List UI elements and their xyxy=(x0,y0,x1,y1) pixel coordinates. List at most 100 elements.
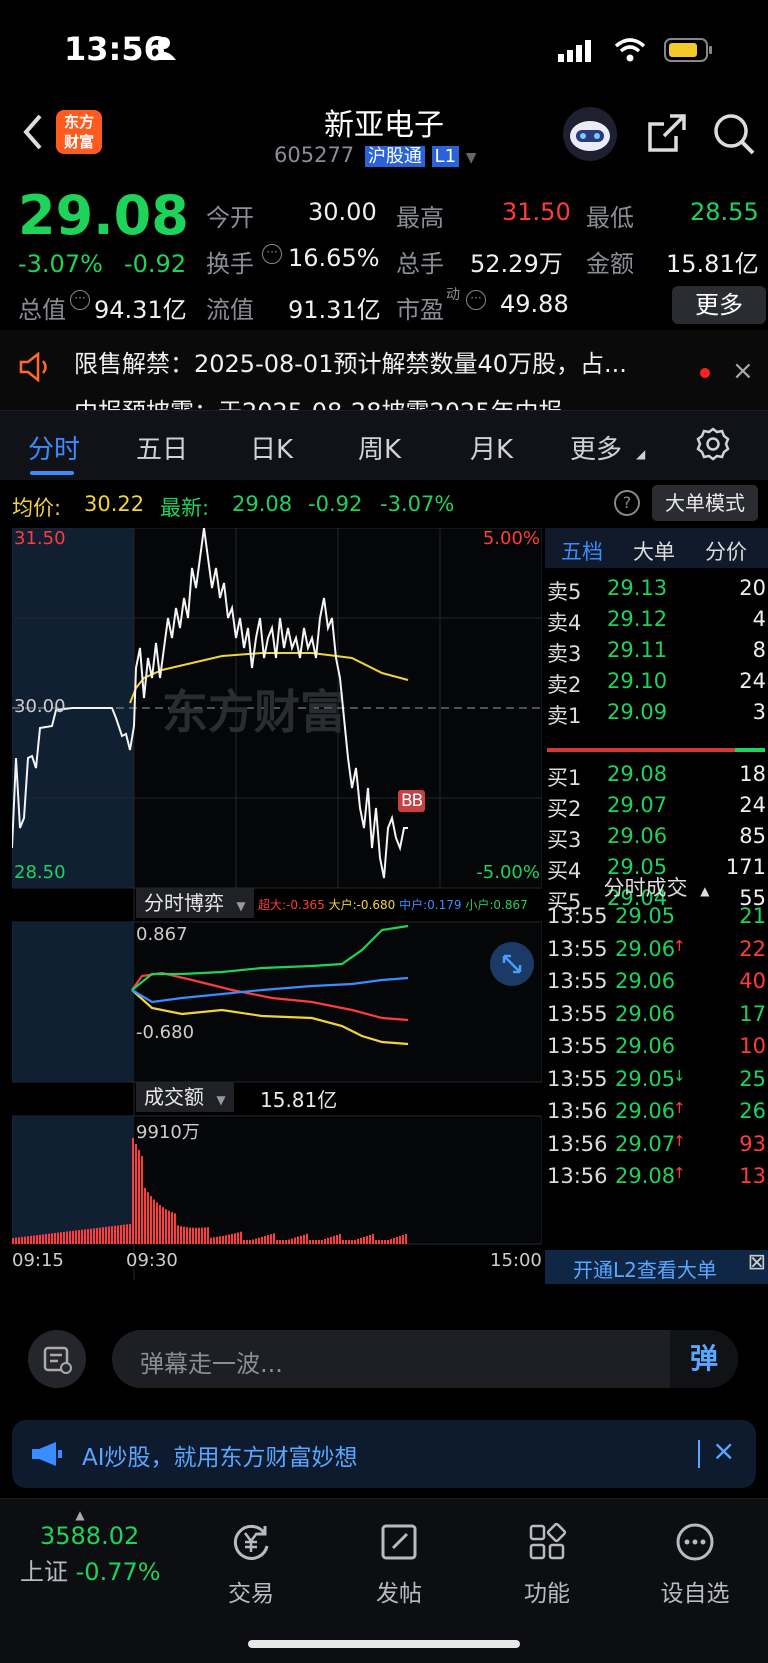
danmaku-input[interactable]: 弹幕走一波... 弹 xyxy=(112,1330,738,1388)
close-icon[interactable]: × xyxy=(712,1434,735,1467)
volume-bar xyxy=(222,1235,224,1244)
volume-bar xyxy=(234,1233,236,1244)
volume-bar xyxy=(141,1156,143,1244)
volume-label: 总手 xyxy=(396,250,444,278)
turnover-value: 16.65% xyxy=(288,244,380,272)
ticks-header[interactable]: 分时成交 ▲ xyxy=(545,872,768,902)
volume-bar xyxy=(330,1236,332,1244)
volume-bar xyxy=(12,1238,14,1244)
volume-bar xyxy=(156,1202,158,1244)
danmaku-settings-icon[interactable] xyxy=(28,1330,86,1388)
info-dots-icon[interactable]: ··· xyxy=(70,290,90,310)
tab-daily-k[interactable]: 日K xyxy=(250,429,293,466)
index-ticker[interactable]: ▲ 3588.02 上证 -0.77% xyxy=(20,1508,180,1587)
volume-bar xyxy=(342,1240,344,1244)
edit-icon xyxy=(381,1524,417,1560)
volume-bar xyxy=(84,1229,86,1244)
volume-bar xyxy=(57,1232,59,1244)
tick-arrow: ↓ xyxy=(673,1066,686,1085)
more-dots-icon xyxy=(676,1523,714,1561)
intraday-chart[interactable]: 东方财富 31.50 30.00 28.50 5.00% -5.00% BB 分… xyxy=(12,528,542,1280)
latest-value: 29.08 xyxy=(232,492,293,516)
change-value: -0.92 xyxy=(124,250,187,278)
ai-promo-banner[interactable]: AI炒股，就用东方财富妙想 × xyxy=(12,1420,756,1488)
danmaku-send-button[interactable]: 弹 xyxy=(670,1330,738,1388)
tick-volume: 17 xyxy=(739,1001,766,1026)
stock-code-row[interactable]: 605277 沪股通 L1 ▼ xyxy=(274,142,477,168)
tab-five-day[interactable]: 五日 xyxy=(136,429,188,466)
volume-total: 15.81亿 xyxy=(260,1088,338,1112)
tick-volume: 25 xyxy=(739,1066,766,1091)
volume-bar xyxy=(195,1227,197,1244)
turnover-label: 换手 xyxy=(206,250,254,278)
volume-bar xyxy=(105,1226,107,1244)
volume-dropdown[interactable]: 成交额 ▼ xyxy=(136,1082,234,1112)
volume-bar xyxy=(30,1235,32,1244)
watermark: 东方财富 xyxy=(162,686,346,738)
volume-bar xyxy=(111,1226,113,1244)
close-icon[interactable]: ⊠ xyxy=(748,1250,766,1275)
legend-super: 超大:-0.365 xyxy=(258,898,325,912)
sell-level-label: 卖1 xyxy=(547,704,582,728)
nav-watchlist[interactable]: 设自选 xyxy=(640,1520,750,1608)
tick-arrow: ↑ xyxy=(673,1099,686,1117)
robot-assistant-icon[interactable] xyxy=(562,106,618,166)
volume-bar xyxy=(102,1227,104,1244)
volume-bar xyxy=(27,1236,29,1244)
tab-intraday[interactable]: 分时 xyxy=(28,429,80,466)
tab-price-dist[interactable]: 分价 xyxy=(705,536,747,566)
volume-bar xyxy=(300,1235,302,1244)
promo-text: AI炒股，就用东方财富妙想 xyxy=(82,1445,358,1471)
expand-icon[interactable] xyxy=(490,942,534,986)
tab-big-order[interactable]: 大单 xyxy=(633,536,675,566)
volume-bar xyxy=(198,1227,200,1244)
volume-bar xyxy=(123,1224,125,1244)
game-dropdown[interactable]: 分时博弈 ▼ xyxy=(136,888,254,918)
notice-banner[interactable]: 限售解禁：2025-08-01预计解禁数量40万股，占... 中报预披露：于20… xyxy=(0,330,768,410)
tick-price: 29.06 xyxy=(615,1034,676,1058)
buy-level-price: 29.06 xyxy=(607,824,668,848)
volume-bar xyxy=(282,1240,284,1244)
big-order-mode-button[interactable]: 大单模式 xyxy=(652,485,758,521)
info-dots-icon[interactable]: ··· xyxy=(466,290,486,310)
volume-bar xyxy=(210,1237,212,1244)
help-icon[interactable]: ? xyxy=(614,490,640,516)
l2-banner[interactable]: 开通L2查看大单 ⊠ xyxy=(545,1250,768,1284)
nav-functions[interactable]: 功能 xyxy=(492,1520,602,1608)
signal-icon xyxy=(558,40,592,66)
volume-bar xyxy=(66,1231,68,1244)
chevron-down-icon: ▼ xyxy=(465,150,477,166)
volume-bar xyxy=(372,1233,374,1244)
status-bar: 13:56 xyxy=(0,0,768,100)
volume-bar xyxy=(216,1236,218,1244)
share-icon[interactable] xyxy=(646,112,688,158)
more-button[interactable]: 更多 xyxy=(672,286,766,324)
chart-tabs: 分时 五日 日K 周K 月K 更多 ◢ xyxy=(0,410,768,480)
chevron-down-icon: ▼ xyxy=(216,1093,226,1107)
nav-post[interactable]: 发帖 xyxy=(344,1520,454,1608)
volume-bar xyxy=(258,1237,260,1244)
volume-bar xyxy=(21,1236,23,1244)
info-dots-icon[interactable]: ··· xyxy=(262,244,282,264)
tick-volume: 10 xyxy=(739,1034,766,1058)
tab-five-level[interactable]: 五档 xyxy=(561,536,603,566)
close-icon[interactable]: × xyxy=(732,356,754,386)
search-icon[interactable] xyxy=(712,112,756,160)
volume-bar xyxy=(237,1232,239,1244)
volume-bar xyxy=(306,1233,308,1244)
volume-bar xyxy=(240,1231,242,1244)
tab-weekly-k[interactable]: 周K xyxy=(358,429,401,466)
tab-more[interactable]: 更多 xyxy=(570,429,622,466)
volume-bar xyxy=(78,1230,80,1244)
nav-trade[interactable]: 交易 xyxy=(196,1520,306,1608)
tab-monthly-k[interactable]: 月K xyxy=(470,429,513,466)
gear-icon[interactable] xyxy=(696,427,730,465)
signal-flag[interactable]: BB xyxy=(398,790,426,812)
volume-bar xyxy=(189,1227,191,1244)
market-cap-label: 总值 xyxy=(18,296,66,324)
volume-bar xyxy=(261,1236,263,1244)
volume-bar xyxy=(171,1212,173,1244)
amount-value: 15.81亿 xyxy=(666,250,759,278)
volume-bar xyxy=(390,1238,392,1244)
open-value: 30.00 xyxy=(308,198,377,226)
